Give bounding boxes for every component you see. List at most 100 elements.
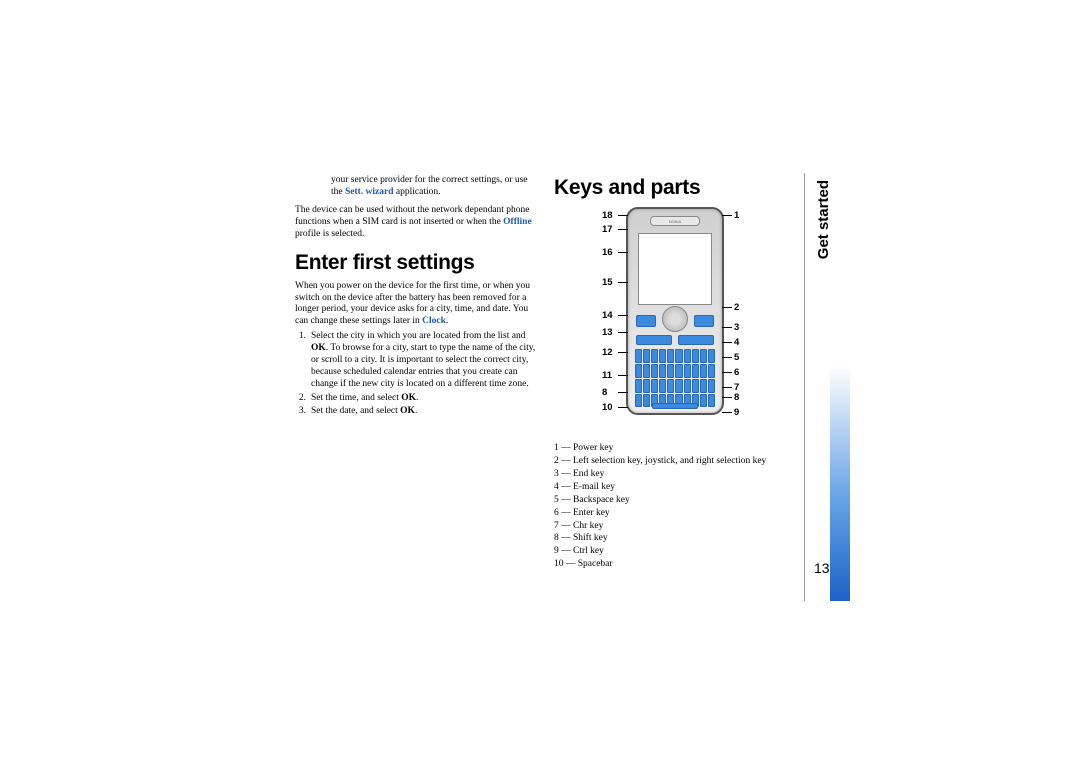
softkey-row — [636, 311, 714, 331]
step-2: 2. Set the time, and select OK. — [295, 393, 536, 405]
mid-row — [636, 335, 714, 345]
key — [651, 349, 658, 363]
ok-label: OK — [311, 343, 326, 353]
legend-item: 1 — Power key — [554, 443, 795, 455]
step-1: 1. Select the city in which you are loca… — [295, 331, 536, 390]
key — [700, 379, 707, 393]
callout-18: 18 — [602, 210, 613, 222]
clock-link: Clock — [422, 316, 446, 326]
joystick — [662, 306, 688, 332]
callout-15: 15 — [602, 277, 613, 289]
callout-11: 11 — [602, 370, 612, 382]
key — [643, 379, 650, 393]
key — [700, 394, 707, 408]
callout-6: 6 — [734, 367, 739, 379]
key — [635, 394, 642, 408]
key — [700, 364, 707, 378]
earpiece: NOKIA — [650, 216, 700, 226]
key — [684, 379, 691, 393]
page-number: 13 — [814, 560, 830, 576]
leader-line — [618, 229, 628, 230]
right-softkey — [694, 315, 714, 327]
step-number: 2. — [295, 393, 311, 405]
offline-link: Offline — [503, 217, 532, 227]
key — [684, 364, 691, 378]
section-tab: Get started — [815, 180, 832, 259]
leader-line — [722, 307, 732, 308]
ok-label: OK — [401, 393, 416, 403]
text: . — [416, 393, 418, 403]
thumb-gradient — [830, 173, 850, 601]
leader-line — [618, 407, 628, 408]
leader-line — [618, 215, 628, 216]
left-column: your service provider for the correct se… — [295, 175, 536, 572]
call-key — [636, 335, 672, 345]
key — [708, 364, 715, 378]
key — [659, 379, 666, 393]
text: . — [446, 316, 448, 326]
page-content: your service provider for the correct se… — [295, 175, 795, 572]
callout-8: 8 — [602, 387, 607, 399]
leader-line — [722, 327, 732, 328]
enter-first-settings-intro: When you power on the device for the fir… — [295, 281, 536, 329]
leader-line — [618, 352, 628, 353]
step-body: Select the city in which you are located… — [311, 331, 536, 390]
callout-5: 5 — [734, 352, 739, 364]
key — [635, 379, 642, 393]
right-column: Keys and parts NOKIA 1817161514131211810 — [554, 175, 795, 572]
key — [708, 379, 715, 393]
leader-line — [722, 215, 732, 216]
legend-list: 1 — Power key2 — Left selection key, joy… — [554, 443, 795, 571]
leader-line — [618, 392, 628, 393]
callout-14: 14 — [602, 310, 613, 322]
text: The device can be used without the netwo… — [295, 205, 530, 227]
key — [675, 364, 682, 378]
legend-item: 5 — Backspace key — [554, 495, 795, 507]
end-key — [678, 335, 714, 345]
leader-line — [722, 387, 732, 388]
legend-item: 8 — Shift key — [554, 533, 795, 545]
leader-line — [618, 282, 628, 283]
text: . To browse for a city, start to type th… — [311, 343, 535, 389]
key — [667, 379, 674, 393]
callout-10: 10 — [602, 402, 613, 414]
phone-diagram: NOKIA 1817161514131211810 123456789 — [554, 207, 794, 437]
key — [643, 364, 650, 378]
key — [675, 349, 682, 363]
text: Set the time, and select — [311, 393, 401, 403]
text: Set the date, and select — [311, 406, 400, 416]
carryover-paragraph: your service provider for the correct se… — [295, 175, 536, 199]
key — [684, 349, 691, 363]
left-softkey — [636, 315, 656, 327]
key — [692, 364, 699, 378]
key — [635, 364, 642, 378]
leader-line — [722, 342, 732, 343]
leader-line — [618, 315, 628, 316]
key — [675, 379, 682, 393]
qwerty-keypad — [635, 349, 715, 407]
legend-item: 9 — Ctrl key — [554, 546, 795, 558]
callout-9: 9 — [734, 407, 739, 419]
spacebar — [652, 403, 698, 409]
leader-line — [722, 372, 732, 373]
offline-paragraph: The device can be used without the netwo… — [295, 205, 536, 241]
leader-line — [722, 397, 732, 398]
step-number: 3. — [295, 406, 311, 418]
enter-first-settings-heading: Enter first settings — [295, 250, 536, 276]
callout-13: 13 — [602, 327, 613, 339]
leader-line — [722, 357, 732, 358]
callout-8: 8 — [734, 392, 739, 404]
callout-12: 12 — [602, 347, 613, 359]
legend-item: 2 — Left selection key, joystick, and ri… — [554, 456, 795, 468]
key — [635, 349, 642, 363]
callout-17: 17 — [602, 224, 613, 236]
text: . — [415, 406, 417, 416]
key — [692, 349, 699, 363]
legend-item: 3 — End key — [554, 469, 795, 481]
key — [708, 349, 715, 363]
step-body: Set the time, and select OK. — [311, 393, 536, 405]
callout-1: 1 — [734, 210, 739, 222]
legend-item: 7 — Chr key — [554, 521, 795, 533]
keys-and-parts-heading: Keys and parts — [554, 175, 795, 201]
callout-4: 4 — [734, 337, 739, 349]
